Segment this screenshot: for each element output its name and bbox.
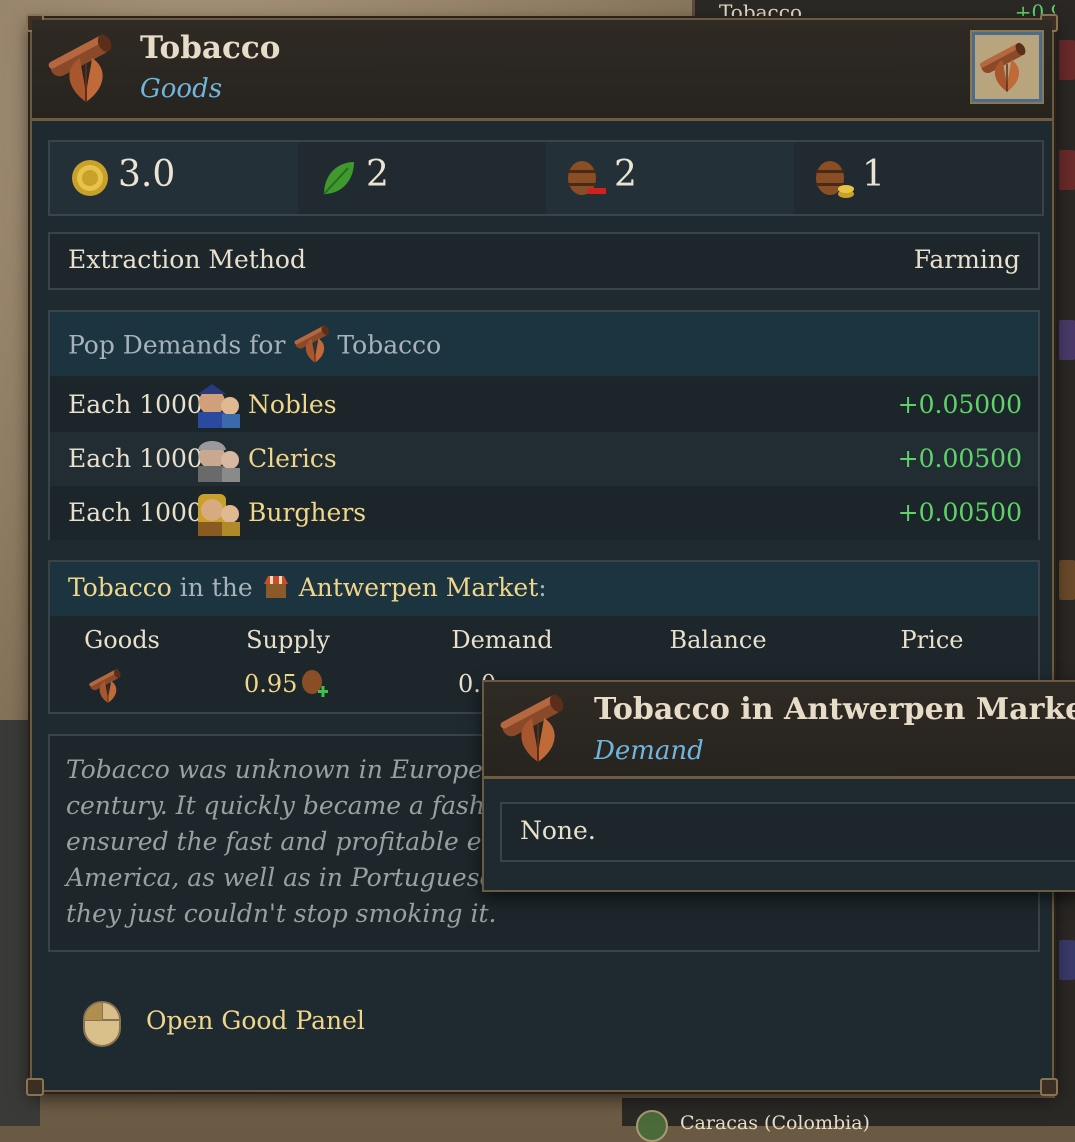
list-chip: [1059, 150, 1075, 190]
column-price: Price: [900, 626, 964, 654]
pop-demands-section: Pop Demands for Tobacco Each 1000 Nobles …: [48, 310, 1040, 540]
pop-demand-each: Each 1000: [68, 444, 203, 473]
stat-base-price: 3.0: [50, 142, 298, 214]
market-good: Tobacco: [68, 573, 172, 602]
good-category: Goods: [140, 74, 223, 104]
pop-demand-name: Nobles: [248, 390, 337, 419]
pop-demand-value: +0.05000: [897, 390, 1022, 419]
column-goods: Goods: [84, 626, 160, 654]
stat-value: 2: [366, 154, 389, 195]
tobacco-icon: [46, 28, 126, 108]
market-stall-icon: [263, 575, 288, 598]
pop-demand-each: Each 1000: [68, 498, 203, 527]
nobles-icon: [198, 384, 240, 428]
stat-consumption: 2: [546, 142, 794, 214]
side-list-strip: [1055, 0, 1075, 1126]
barrel-minus-icon: [568, 161, 606, 195]
pop-demands-header: Pop Demands for Tobacco: [50, 312, 1038, 376]
extraction-method-row: Extraction Method Farming: [48, 232, 1040, 290]
extraction-value: Farming: [913, 245, 1020, 274]
good-title: Tobacco: [140, 30, 281, 66]
province-icon: [636, 1110, 668, 1142]
province-list-row[interactable]: Caracas (Colombia): [622, 1098, 1075, 1142]
good-picture-icon[interactable]: [970, 30, 1044, 104]
tooltip-header: Tobacco in Antwerpen Market Demand: [484, 682, 1075, 779]
pop-demand-each: Each 1000: [68, 390, 203, 419]
burghers-icon: [198, 494, 240, 536]
mouse-left-click-icon: [83, 1001, 121, 1047]
tooltip-body: None.: [500, 802, 1075, 862]
pop-demand-name: Clerics: [248, 444, 337, 473]
stat-value: 2: [614, 154, 637, 195]
stat-value: 3.0: [118, 154, 176, 195]
pop-demand-value: +0.00500: [897, 444, 1022, 473]
description-line: they just couldn't stop smoking it.: [66, 899, 497, 928]
corner-ornament: [1040, 1078, 1058, 1096]
list-chip: [1059, 40, 1075, 80]
market-demand-tooltip: Tobacco in Antwerpen Market Demand None.: [482, 680, 1075, 892]
stat-trade: 1: [794, 142, 1042, 214]
pop-demand-value: +0.00500: [897, 498, 1022, 527]
gold-coin-icon: [72, 160, 108, 196]
barrel-coins-icon: [816, 161, 854, 198]
pop-demands-good: Tobacco: [337, 330, 442, 360]
supply-add-icon: [302, 670, 328, 697]
good-tooltip-panel: Tobacco Goods 3.0 2 2 1 Extraction Metho…: [26, 14, 1058, 1096]
leaf-icon: [323, 162, 354, 195]
tooltip-title: Tobacco in Antwerpen Market: [594, 692, 1075, 727]
list-chip: [1059, 940, 1075, 980]
tooltip-subtitle: Demand: [594, 736, 704, 766]
extraction-label: Extraction Method: [68, 245, 306, 274]
tobacco-icon: [88, 666, 128, 706]
supply-value[interactable]: 0.95: [244, 670, 297, 698]
market-columns: Goods Supply Demand Balance Price: [50, 626, 1038, 656]
column-demand: Demand: [451, 626, 553, 654]
pop-demand-name: Burghers: [248, 498, 367, 527]
corner-ornament: [26, 1078, 44, 1096]
open-good-panel-label: Open Good Panel: [146, 1006, 365, 1035]
tobacco-icon: [498, 688, 578, 768]
list-chip: [1059, 560, 1075, 600]
province-name: Caracas (Colombia): [680, 1112, 870, 1134]
clerics-icon: [198, 441, 240, 482]
stat-farming: 2: [298, 142, 546, 214]
market-header: Tobacco in the Antwerpen Market:: [50, 562, 1038, 616]
tobacco-icon: [978, 38, 1036, 96]
market-colon: :: [538, 573, 547, 602]
tooltip-body-text: None.: [520, 816, 596, 845]
market-name[interactable]: Antwerpen Market: [299, 573, 539, 602]
pop-demand-row[interactable]: Each 1000 Nobles +0.05000: [50, 378, 1038, 432]
column-supply: Supply: [246, 626, 330, 654]
pop-demand-row[interactable]: Each 1000 Clerics +0.00500: [50, 432, 1038, 486]
good-stats-row: 3.0 2 2 1: [48, 140, 1044, 216]
list-chip: [1059, 320, 1075, 360]
stat-value: 1: [862, 154, 885, 195]
column-balance: Balance: [669, 626, 767, 654]
panel-header: Tobacco Goods: [32, 20, 1052, 121]
pop-demands-title: Pop Demands for: [68, 330, 286, 360]
market-in-the: in the: [179, 573, 253, 602]
pop-demand-row[interactable]: Each 1000 Burghers +0.00500: [50, 486, 1038, 540]
tobacco-icon: [293, 322, 337, 366]
